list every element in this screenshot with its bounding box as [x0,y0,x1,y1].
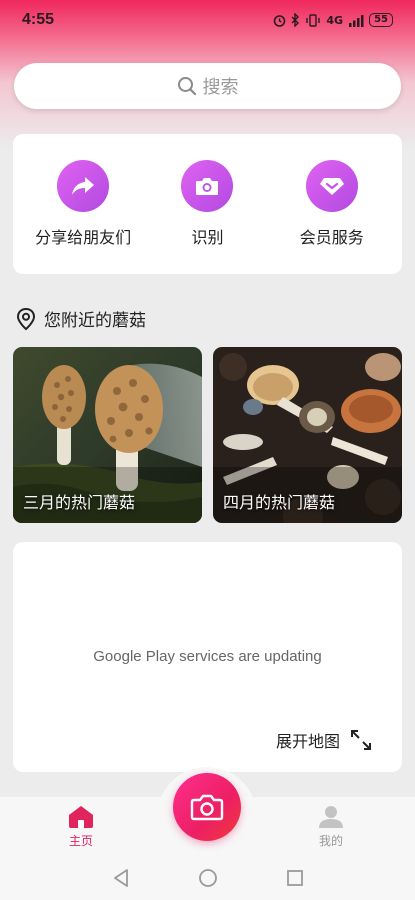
battery-indicator: 55 [369,13,393,27]
share-arrow-icon [57,160,110,212]
home-icon [69,806,93,828]
nav-profile-label: 我的 [318,834,343,848]
bluetooth-icon [291,13,300,27]
signal-icon [349,14,364,27]
status-bar: 4:55 4G 55 [0,0,415,40]
nav-home[interactable]: 主页 [68,805,94,849]
quick-actions-card: 分享给朋友们 识别 会员服务 [13,134,402,274]
alarm-icon [274,14,286,27]
nav-home-label: 主页 [68,834,93,848]
expand-icon [351,730,371,750]
nearby-title-text: 您附近的蘑菇 [44,311,146,331]
april-caption: 四月的热门蘑菇 [223,493,336,512]
camera-icon [181,160,234,212]
identify-button[interactable]: 识别 [147,160,267,248]
network-type: 4G [326,13,344,27]
nearby-section-title: 您附近的蘑菇 [16,306,146,331]
share-button[interactable]: 分享给朋友们 [23,160,143,248]
membership-button[interactable]: 会员服务 [272,160,392,248]
search-bar[interactable]: 搜索 [14,63,401,109]
camera-capture-button[interactable] [173,773,241,841]
identify-label: 识别 [191,228,224,247]
recents-icon[interactable] [286,869,304,887]
march-caption: 三月的热门蘑菇 [23,493,136,512]
search-placeholder: 搜索 [202,77,239,98]
person-icon [319,806,343,828]
status-time: 4:55 [22,11,55,28]
search-icon [177,77,196,96]
april-mushrooms-card[interactable]: 四月的热门蘑菇 [213,347,402,523]
share-label: 分享给朋友们 [35,228,132,247]
status-icons: 4G 55 [273,13,393,27]
back-icon[interactable] [112,868,130,888]
map-card[interactable]: Google Play services are updating 展开地图 [13,542,402,772]
nav-profile[interactable]: 我的 [318,805,344,849]
march-mushrooms-card[interactable]: 三月的热门蘑菇 [13,347,202,523]
vibrate-icon [306,13,321,27]
camera-icon [190,794,224,821]
map-status-message: Google Play services are updating [93,648,322,665]
membership-label: 会员服务 [299,228,364,247]
location-pin-icon [16,307,36,330]
diamond-icon [305,160,358,212]
expand-map-label: 展开地图 [275,732,340,751]
home-circle-icon[interactable] [198,868,218,888]
system-navigation-bar [0,855,415,900]
expand-map-button[interactable]: 展开地图 [276,728,372,752]
